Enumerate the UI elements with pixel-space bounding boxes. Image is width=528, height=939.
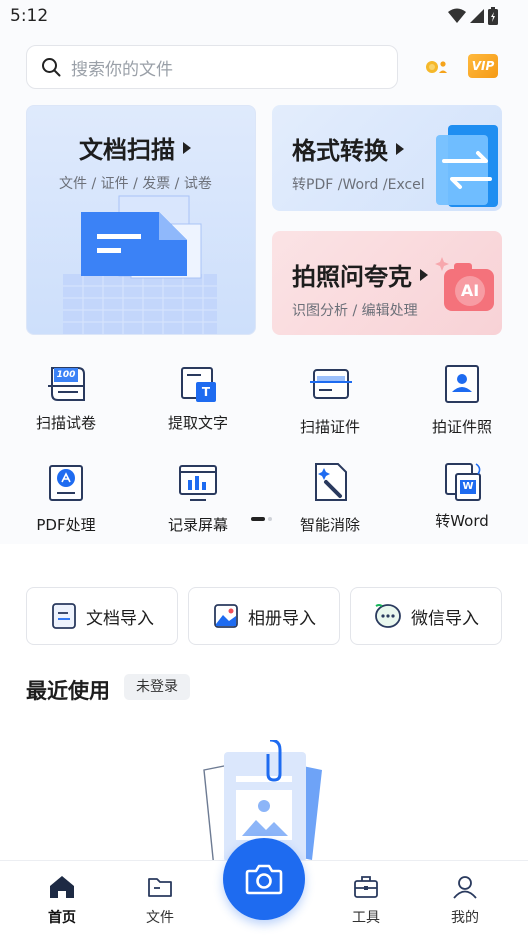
tool-label: 扫描试卷 bbox=[35, 414, 96, 432]
exam-scan-icon-text: 100 bbox=[56, 370, 76, 380]
tool-pdf[interactable]: PDF处理 bbox=[16, 460, 116, 535]
format-convert-title: 格式转换 bbox=[292, 137, 388, 165]
tool-id-scan[interactable]: 扫描证件 bbox=[280, 362, 380, 437]
format-convert-card[interactable]: 格式转换 转PDF /Word /Excel bbox=[272, 105, 502, 211]
screen-record-icon bbox=[179, 465, 217, 501]
convert-arrows-icon bbox=[436, 125, 498, 207]
tool-label: 提取文字 bbox=[167, 414, 228, 432]
pdf-icon bbox=[49, 465, 83, 501]
toolbox-icon bbox=[354, 876, 378, 898]
status-time: 5:12 bbox=[10, 6, 49, 26]
tool-id-photo[interactable]: 拍证件照 bbox=[412, 362, 512, 437]
profile-icon bbox=[453, 876, 477, 899]
album-import-button[interactable]: 相册导入 bbox=[188, 587, 340, 645]
document-scan-card[interactable]: 文档扫描 文件 / 证件 / 发票 / 试卷 bbox=[26, 105, 256, 335]
wechat-import-label: 微信导入 bbox=[411, 608, 479, 629]
page-indicator bbox=[251, 517, 272, 521]
photo-ask-card[interactable]: 拍照问夸克 识图分析 / 编辑处理 AI bbox=[272, 231, 502, 335]
vip-badge[interactable]: VIP bbox=[468, 54, 498, 78]
arrow-right-icon bbox=[183, 141, 191, 154]
status-icons bbox=[448, 7, 498, 25]
tool-label: 拍证件照 bbox=[431, 418, 492, 436]
search-placeholder: 搜索你的文件 bbox=[71, 59, 173, 80]
header-badges: VIP bbox=[424, 54, 498, 78]
recent-title: 最近使用 bbox=[26, 679, 110, 703]
to-word-icon-text: W bbox=[462, 481, 474, 492]
status-bar: 5:12 bbox=[0, 0, 528, 34]
folder-icon bbox=[148, 878, 172, 897]
tool-to-word[interactable]: W 转Word bbox=[412, 460, 512, 531]
tool-label: 转Word bbox=[435, 512, 489, 530]
photo-ask-title: 拍照问夸克 bbox=[292, 263, 412, 291]
album-import-icon bbox=[214, 604, 238, 628]
ai-badge-text: AI bbox=[460, 281, 480, 300]
document-import-button[interactable]: 文档导入 bbox=[26, 587, 178, 645]
tab-tools[interactable]: 工具 bbox=[336, 875, 396, 927]
page-dot-active bbox=[251, 517, 265, 521]
tool-label: 记录屏幕 bbox=[167, 516, 228, 534]
ai-camera-icon: AI bbox=[432, 253, 494, 315]
tool-label: 扫描证件 bbox=[299, 418, 360, 436]
signal-icon bbox=[470, 9, 484, 23]
coins-icon[interactable] bbox=[424, 56, 448, 76]
document-import-icon bbox=[52, 603, 76, 629]
tab-files[interactable]: 文件 bbox=[130, 875, 190, 927]
wechat-import-icon bbox=[375, 604, 401, 628]
tool-label: 智能消除 bbox=[299, 516, 360, 534]
tab-label: 我的 bbox=[451, 910, 479, 926]
not-logged-in-badge[interactable]: 未登录 bbox=[124, 674, 190, 700]
arrow-right-icon bbox=[420, 268, 428, 281]
document-scan-subtitle: 文件 / 证件 / 发票 / 试卷 bbox=[59, 176, 212, 192]
id-card-scan-icon bbox=[310, 369, 352, 399]
album-import-label: 相册导入 bbox=[248, 608, 316, 629]
home-icon bbox=[50, 876, 74, 898]
wechat-import-button[interactable]: 微信导入 bbox=[350, 587, 502, 645]
document-scan-title: 文档扫描 bbox=[79, 136, 175, 164]
bottom-sheet: 文档导入 相册导入 微信导入 最近使用 未登录 bbox=[0, 570, 528, 870]
wifi-icon bbox=[448, 8, 466, 23]
tool-screen-record[interactable]: 记录屏幕 bbox=[148, 460, 248, 535]
search-icon bbox=[42, 58, 61, 77]
tab-label: 文件 bbox=[146, 910, 174, 926]
document-scan-illustration bbox=[63, 195, 217, 334]
tab-profile[interactable]: 我的 bbox=[435, 875, 495, 927]
tab-label: 工具 bbox=[352, 910, 380, 926]
tool-exam-scan[interactable]: 100 扫描试卷 bbox=[16, 362, 116, 433]
camera-button[interactable] bbox=[223, 838, 305, 920]
tool-magic-erase[interactable]: 智能消除 bbox=[280, 460, 380, 535]
battery-icon bbox=[488, 7, 498, 25]
tool-extract-text[interactable]: T 提取文字 bbox=[148, 362, 248, 433]
search-bar[interactable]: 搜索你的文件 bbox=[26, 45, 398, 89]
page-dot bbox=[268, 517, 272, 521]
tool-label: PDF处理 bbox=[36, 516, 96, 534]
magic-erase-icon bbox=[315, 463, 347, 501]
tab-label: 首页 bbox=[48, 910, 76, 926]
arrow-right-icon bbox=[396, 142, 404, 155]
extract-text-icon-text: T bbox=[201, 385, 211, 399]
camera-icon bbox=[245, 864, 283, 895]
id-photo-icon bbox=[445, 365, 479, 403]
document-import-label: 文档导入 bbox=[86, 608, 154, 629]
tab-home[interactable]: 首页 bbox=[32, 875, 92, 927]
